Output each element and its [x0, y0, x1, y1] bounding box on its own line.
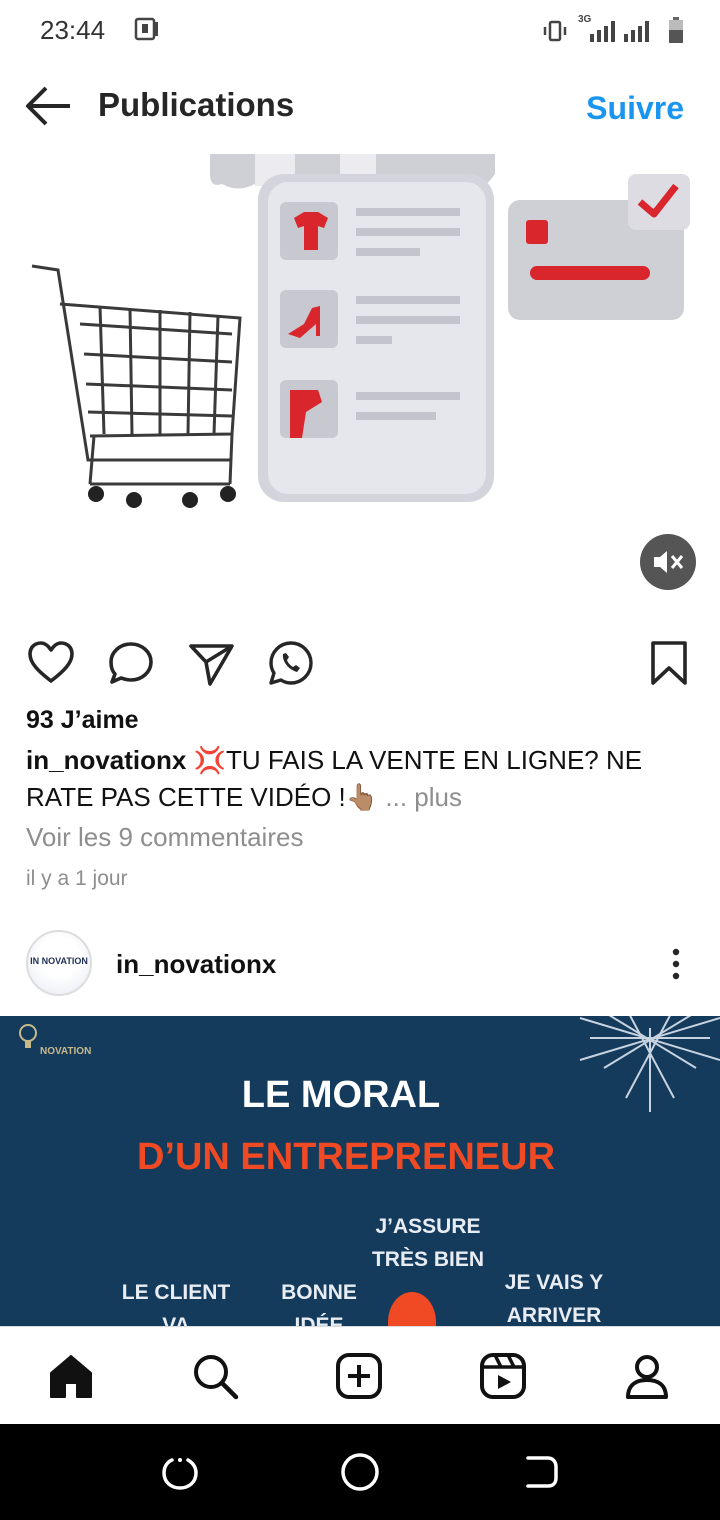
page-header: Publications Suivre — [0, 60, 720, 154]
status-icons: 3G — [542, 14, 684, 44]
bookmark-icon[interactable] — [644, 638, 694, 688]
bottom-nav — [0, 1326, 720, 1424]
heart-icon[interactable] — [26, 638, 76, 688]
reels-icon[interactable] — [478, 1351, 528, 1401]
post-caption: in_novationx 💢TU FAIS LA VENTE EN LIGNE?… — [26, 742, 686, 816]
mute-button[interactable] — [640, 534, 696, 590]
image-headline-1: LE MORAL — [241, 1074, 441, 1116]
mood-assure-line1: J’ASSURE — [375, 1215, 481, 1238]
caption-more-link[interactable]: ... plus — [385, 782, 462, 812]
mood-arrive: JE VAIS Y ARRIVER — [492, 1266, 616, 1328]
back-nav-icon[interactable] — [520, 1452, 560, 1492]
caption-author[interactable]: in_novationx — [26, 745, 186, 775]
mute-icon — [654, 551, 684, 573]
post-video[interactable] — [0, 154, 720, 610]
like-count[interactable]: 93 J’aime — [26, 706, 139, 735]
rocket-shape — [388, 1292, 436, 1328]
home-circle-icon[interactable] — [340, 1452, 380, 1492]
whatsapp-icon[interactable] — [266, 638, 316, 688]
screenshot-icon — [134, 17, 158, 41]
next-post-header: IN NOVATION in_novationx — [0, 928, 720, 1004]
search-icon[interactable] — [190, 1351, 240, 1401]
follow-button[interactable]: Suivre — [586, 90, 684, 127]
next-post-image[interactable]: NOVATION LE MORAL D’UN ENTREPRENEUR LE C… — [0, 1016, 720, 1328]
shopping-illustration — [31, 154, 690, 508]
mood-assure-line2: TRÈS BIEN — [371, 1248, 484, 1271]
avatar-logo-text: IN NOVATION — [30, 956, 88, 966]
profile-icon[interactable] — [622, 1351, 672, 1401]
more-options-icon[interactable] — [666, 946, 686, 982]
image-headline-2: D’UN ENTREPRENEUR — [136, 1136, 556, 1178]
back-arrow-icon[interactable] — [24, 84, 72, 128]
comment-icon[interactable] — [106, 638, 156, 688]
mood-client-line1: LE CLIENT — [121, 1281, 231, 1304]
mood-arrive-line1: JE VAIS Y — [504, 1271, 604, 1294]
mood-idea-line1: BONNE — [281, 1281, 357, 1304]
post-actions — [0, 632, 720, 692]
mood-client: LE CLIENT VA ADORER — [116, 1276, 236, 1328]
status-bar: 23:44 3G — [0, 0, 720, 60]
signal-icon: 3G — [578, 14, 658, 44]
create-icon[interactable] — [334, 1351, 384, 1401]
status-time: 23:44 — [40, 15, 106, 45]
home-icon[interactable] — [46, 1351, 96, 1401]
avatar[interactable]: IN NOVATION — [26, 930, 92, 996]
system-nav-bar — [0, 1424, 720, 1520]
battery-icon — [669, 17, 683, 43]
page-title: Publications — [98, 86, 295, 123]
next-post-username[interactable]: in_novationx — [116, 949, 276, 980]
mood-arrive-line2: ARRIVER — [506, 1304, 602, 1327]
mood-idea: BONNE IDÉE — [272, 1276, 366, 1328]
brand-text: NOVATION — [40, 1046, 92, 1057]
lightbulb-logo-icon — [19, 1024, 37, 1048]
view-comments-link[interactable]: Voir les 9 commentaires — [26, 822, 303, 853]
mood-assure: J’ASSURE TRÈS BIEN — [360, 1210, 496, 1276]
share-icon[interactable] — [186, 638, 236, 688]
recents-icon[interactable] — [160, 1452, 200, 1492]
post-timestamp: il y a 1 jour — [26, 867, 128, 890]
vibrate-icon — [543, 20, 567, 42]
